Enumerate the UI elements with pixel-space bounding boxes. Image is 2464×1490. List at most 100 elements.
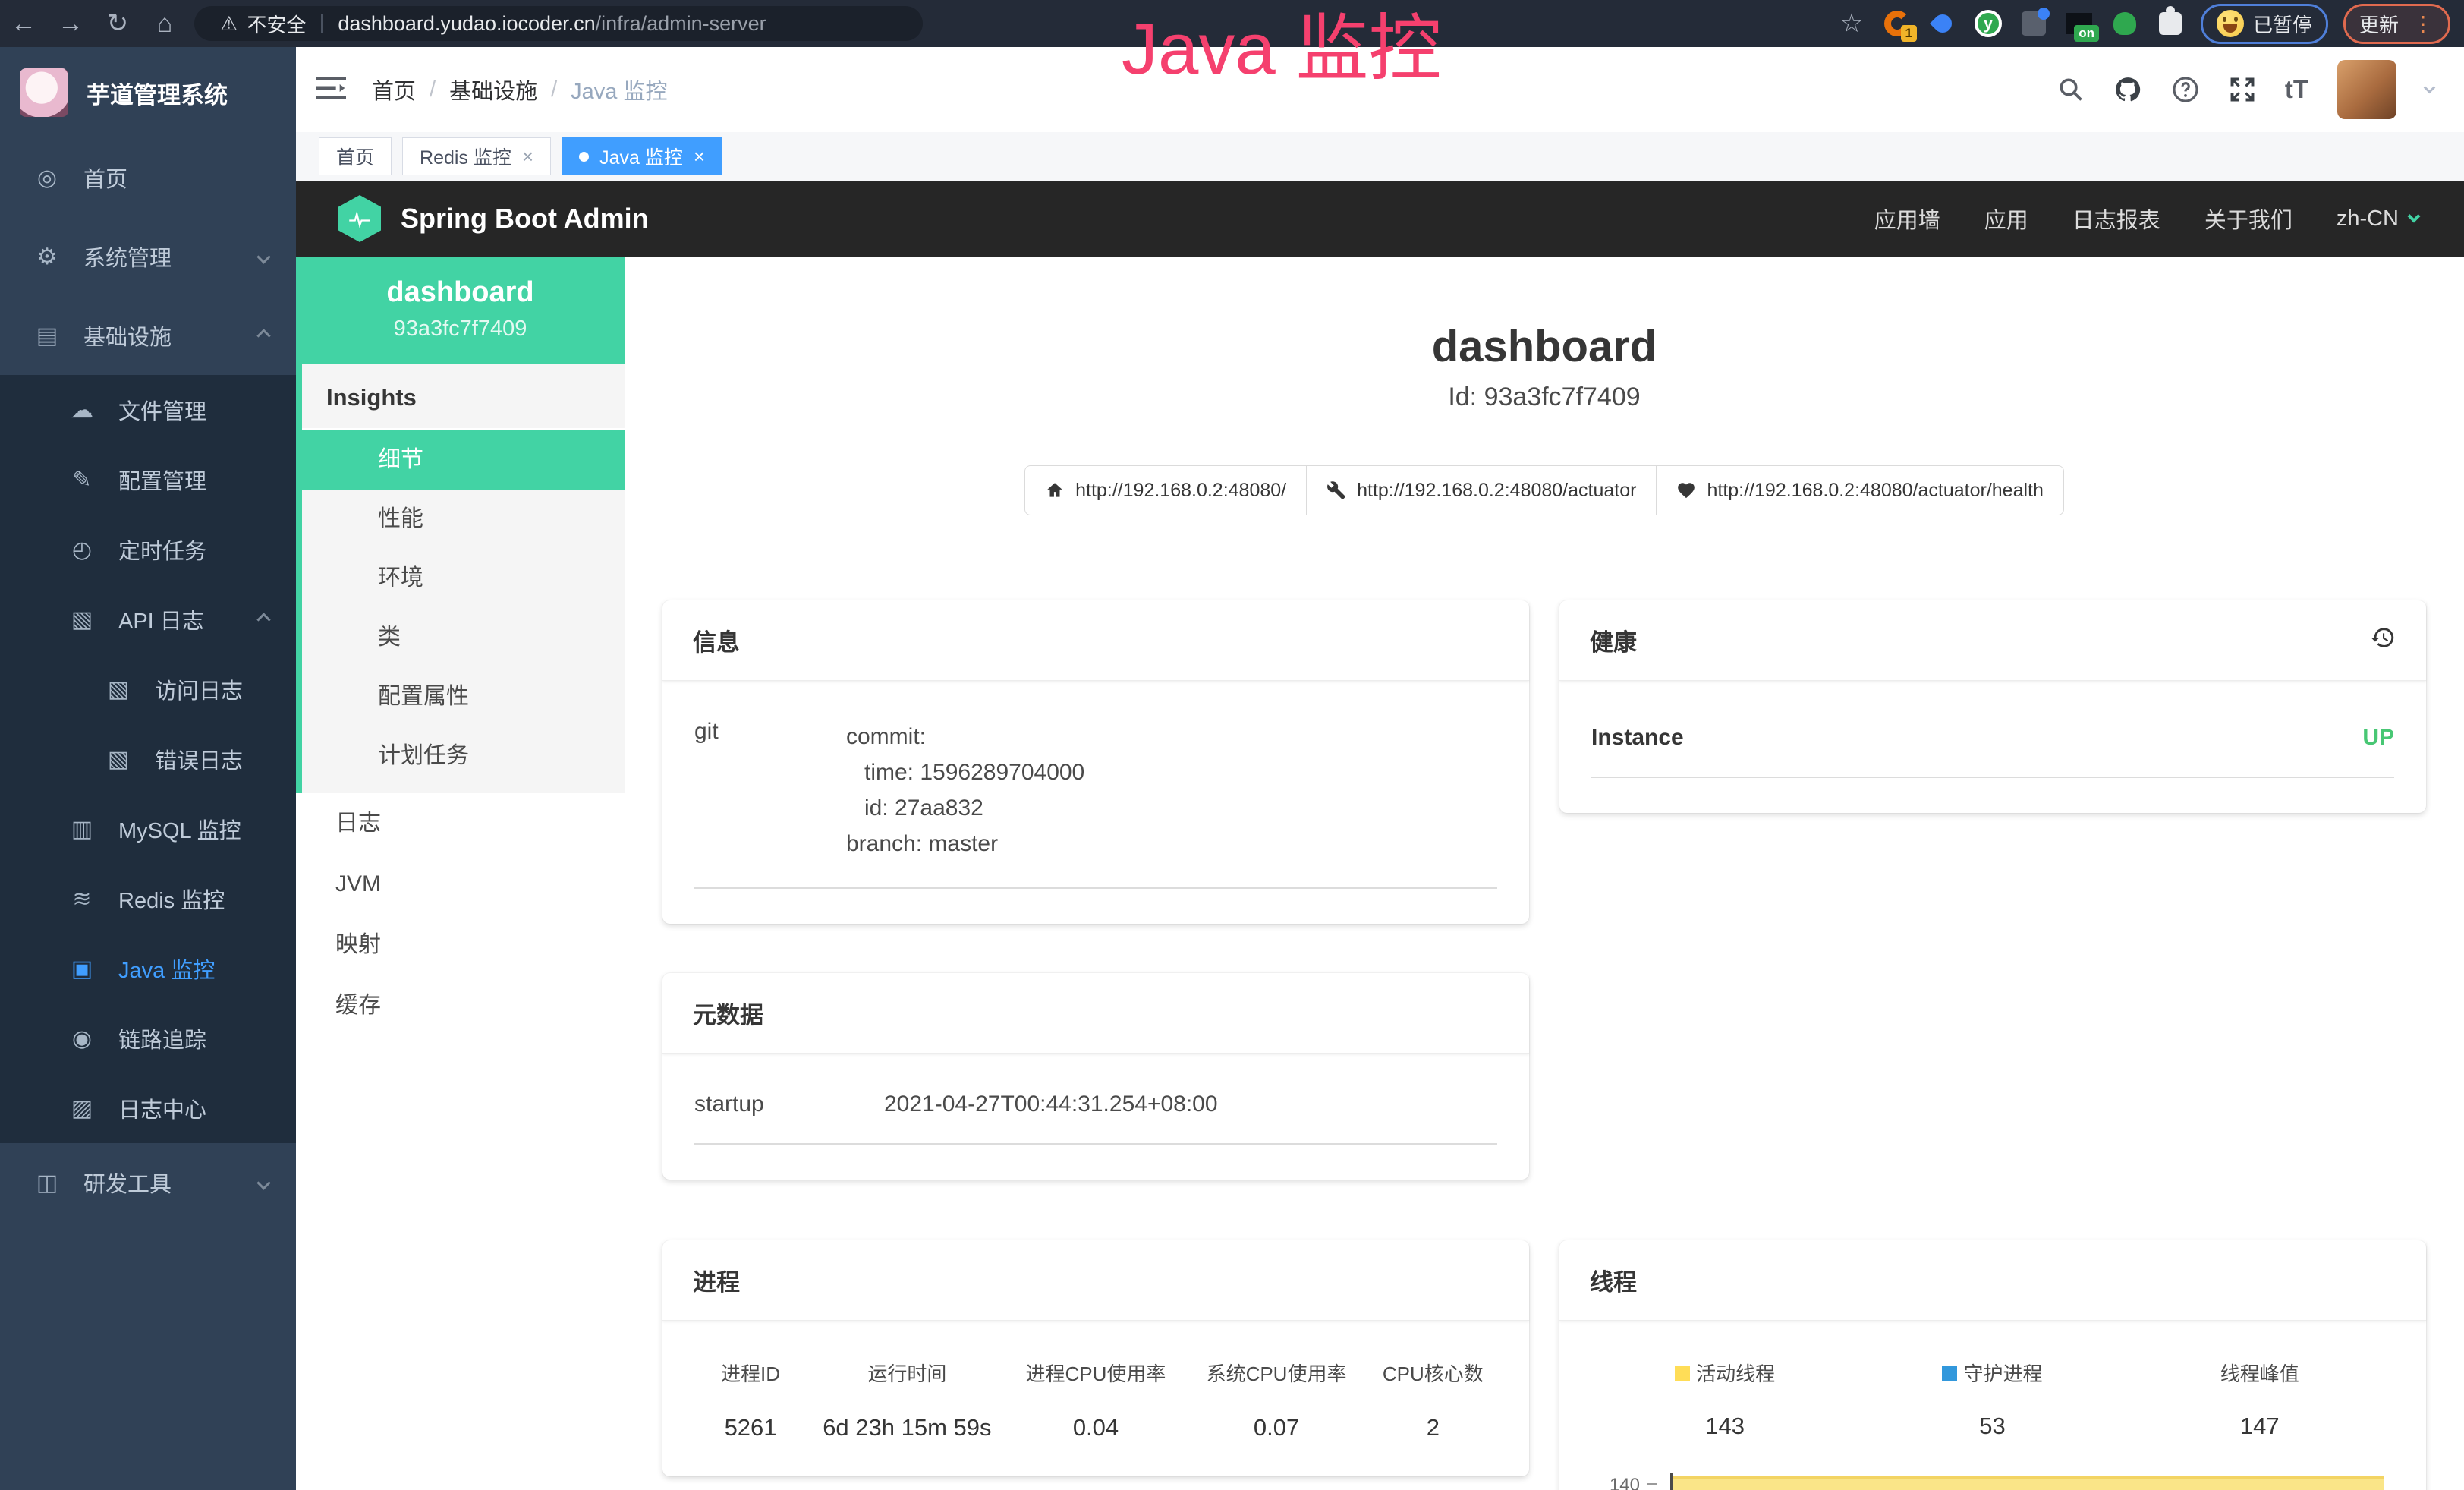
paused-label: 已暂停 bbox=[2253, 10, 2312, 38]
process-card: 进程 进程ID 运行时间 进程CPU使用率 系统CPU使用率 CPU核心数 52… bbox=[662, 1240, 1529, 1476]
browser-back-icon[interactable]: ← bbox=[0, 9, 47, 39]
history-icon[interactable] bbox=[2370, 625, 2396, 657]
header-actions: tT bbox=[2057, 60, 2464, 119]
health-card: 健康 Instance UP bbox=[1559, 600, 2426, 813]
sba-brand[interactable]: Spring Boot Admin bbox=[338, 195, 649, 242]
row-divider bbox=[1591, 777, 2394, 778]
fullscreen-icon[interactable] bbox=[2229, 76, 2256, 103]
page-subtitle: Id: 93a3fc7f7409 bbox=[625, 383, 2464, 412]
extension-on-badge: on bbox=[2074, 25, 2099, 42]
sba-item-config-props[interactable]: 配置属性 bbox=[302, 667, 625, 726]
sba-item-details[interactable]: 细节 bbox=[296, 430, 625, 490]
sba-item-loggers[interactable]: 日志 bbox=[296, 793, 625, 854]
sidebar-item-config-manage[interactable]: ✎ 配置管理 bbox=[0, 445, 296, 515]
startup-timestamp: 2021-04-27T00:44:31.254+08:00 bbox=[884, 1092, 1218, 1117]
security-warning-icon[interactable]: ⚠ bbox=[220, 12, 238, 36]
bookmark-star-icon[interactable]: ☆ bbox=[1836, 8, 1867, 39]
browser-reload-icon[interactable]: ↻ bbox=[94, 8, 141, 39]
font-size-icon[interactable]: tT bbox=[2285, 75, 2308, 104]
extensions-puzzle-icon[interactable] bbox=[2155, 8, 2186, 39]
process-card-title: 进程 bbox=[662, 1240, 1529, 1321]
close-icon[interactable]: × bbox=[522, 145, 533, 169]
sidebar-item-infra[interactable]: ▤ 基础设施 bbox=[0, 296, 296, 375]
legend-live-threads: 活动线程 bbox=[1591, 1359, 1858, 1387]
extension-person-icon[interactable] bbox=[2110, 8, 2140, 39]
address-bar[interactable]: ⚠ 不安全 dashboard.yudao.iocoder.cn /infra/… bbox=[194, 6, 923, 41]
tab-java-monitor[interactable]: Java 监控 × bbox=[562, 137, 722, 175]
extension-y-icon[interactable]: y bbox=[1973, 8, 2003, 39]
extension-colorzilla-icon[interactable]: 1 bbox=[1882, 8, 1912, 39]
tab-redis-monitor[interactable]: Redis 监控 × bbox=[402, 137, 551, 175]
info-row-git: git commit: time: 1596289704000 id: 27aa… bbox=[694, 719, 1497, 862]
actuator-url-button[interactable]: http://192.168.0.2:48080/actuator bbox=[1306, 465, 1657, 515]
browser-home-icon[interactable]: ⌂ bbox=[141, 9, 188, 39]
sidebar-item-mysql-monitor[interactable]: ▥ MySQL 监控 bbox=[0, 794, 296, 864]
extension-pin-icon[interactable] bbox=[1927, 8, 1958, 39]
instance-header[interactable]: dashboard 93a3fc7f7409 bbox=[296, 257, 625, 364]
sidebar-item-home[interactable]: ◎ 首页 bbox=[0, 138, 296, 217]
process-uptime: 6d 23h 15m 59s bbox=[807, 1414, 1008, 1441]
sidebar-item-api-log[interactable]: ▧ API 日志 bbox=[0, 584, 296, 654]
sba-item-metrics[interactable]: 性能 bbox=[302, 490, 625, 549]
annotation-java-monitor: Java 监控 bbox=[1122, 0, 1441, 106]
sidebar-item-trace[interactable]: ◉ 链路追踪 bbox=[0, 1003, 296, 1073]
home-icon bbox=[1045, 480, 1065, 500]
sba-nav-journal[interactable]: 日志报表 bbox=[2072, 203, 2160, 235]
chevron-up-icon bbox=[256, 613, 270, 626]
hamburger-icon[interactable] bbox=[316, 75, 346, 105]
y-tick-140: 140 bbox=[1591, 1475, 1640, 1490]
extension-grid-icon[interactable] bbox=[2019, 8, 2049, 39]
sidebar-item-system[interactable]: ⚙ 系统管理 bbox=[0, 217, 296, 296]
github-icon[interactable] bbox=[2113, 75, 2142, 104]
sidebar-item-log-center[interactable]: ▨ 日志中心 bbox=[0, 1073, 296, 1143]
peak-threads-value: 147 bbox=[2126, 1413, 2393, 1440]
avatar-caret-icon[interactable] bbox=[2424, 81, 2436, 93]
paused-profile-pill[interactable]: 已暂停 bbox=[2201, 4, 2328, 44]
breadcrumb-home[interactable]: 首页 bbox=[372, 74, 416, 106]
home-gauge-icon: ◎ bbox=[32, 165, 62, 191]
health-url-button[interactable]: http://192.168.0.2:48080/actuator/health bbox=[1656, 465, 2063, 515]
git-commit-details: commit: time: 1596289704000 id: 27aa832 … bbox=[846, 719, 1084, 862]
url-path: /infra/admin-server bbox=[596, 12, 766, 36]
help-icon[interactable] bbox=[2171, 75, 2200, 104]
tab-home[interactable]: 首页 bbox=[319, 137, 392, 175]
sidebar-item-access-log[interactable]: ▧ 访问日志 bbox=[0, 654, 296, 724]
browser-menu-icon[interactable]: ⋮ bbox=[2412, 11, 2434, 36]
sba-nav-wallboard[interactable]: 应用墙 bbox=[1874, 203, 1940, 235]
sidebar-item-cron-job[interactable]: ◴ 定时任务 bbox=[0, 515, 296, 584]
app-logo-image bbox=[20, 68, 68, 117]
app-logo-row[interactable]: 芋道管理系统 bbox=[0, 47, 296, 138]
active-dot bbox=[579, 152, 589, 162]
breadcrumb-infra[interactable]: 基础设施 bbox=[449, 74, 537, 106]
sidebar-item-file-manage[interactable]: ☁ 文件管理 bbox=[0, 375, 296, 445]
browser-forward-icon[interactable]: → bbox=[47, 9, 94, 39]
eye-icon: ◉ bbox=[67, 1025, 97, 1052]
sba-item-scheduled-tasks[interactable]: 计划任务 bbox=[302, 726, 625, 786]
update-chrome-button[interactable]: 更新 ⋮ bbox=[2343, 4, 2450, 44]
sba-nav-language[interactable]: zh-CN bbox=[2337, 206, 2418, 232]
sba-item-caches[interactable]: 缓存 bbox=[296, 975, 625, 1036]
service-url-button[interactable]: http://192.168.0.2:48080/ bbox=[1024, 465, 1307, 515]
sba-item-mappings[interactable]: 映射 bbox=[296, 915, 625, 975]
health-card-title: 健康 bbox=[1559, 600, 2426, 681]
metadata-row-startup: startup 2021-04-27T00:44:31.254+08:00 bbox=[694, 1092, 1497, 1117]
sba-nav-applications[interactable]: 应用 bbox=[1984, 203, 2028, 235]
info-card-title: 信息 bbox=[662, 600, 1529, 681]
sidebar-item-redis-monitor[interactable]: ≋ Redis 监控 bbox=[0, 864, 296, 934]
info-card: 信息 git commit: time: 1596289704000 id: 2… bbox=[662, 600, 1529, 924]
sba-item-jvm[interactable]: JVM bbox=[296, 854, 625, 915]
sba-item-classes[interactable]: 类 bbox=[302, 608, 625, 667]
app-sidebar: 芋道管理系统 ◎ 首页 ⚙ 系统管理 ▤ 基础设施 ☁ 文件管理 ✎ 配置管理 … bbox=[0, 47, 296, 1490]
sba-nav-about[interactable]: 关于我们 bbox=[2204, 203, 2292, 235]
extension-list-icon[interactable]: on bbox=[2064, 8, 2094, 39]
sidebar-item-java-monitor[interactable]: ▣ Java 监控 bbox=[0, 934, 296, 1003]
search-icon[interactable] bbox=[2057, 76, 2085, 103]
user-avatar[interactable] bbox=[2337, 60, 2396, 119]
sidebar-item-devtools[interactable]: ◫ 研发工具 bbox=[0, 1143, 296, 1222]
infra-submenu: ☁ 文件管理 ✎ 配置管理 ◴ 定时任务 ▧ API 日志 ▧ 访问日志 ▧ 错… bbox=[0, 375, 296, 1143]
close-icon[interactable]: × bbox=[694, 145, 705, 169]
sidebar-item-error-log[interactable]: ▧ 错误日志 bbox=[0, 724, 296, 794]
sba-item-environment[interactable]: 环境 bbox=[302, 549, 625, 608]
heartbeat-icon bbox=[1676, 480, 1696, 500]
layers-icon: ≋ bbox=[67, 886, 97, 912]
